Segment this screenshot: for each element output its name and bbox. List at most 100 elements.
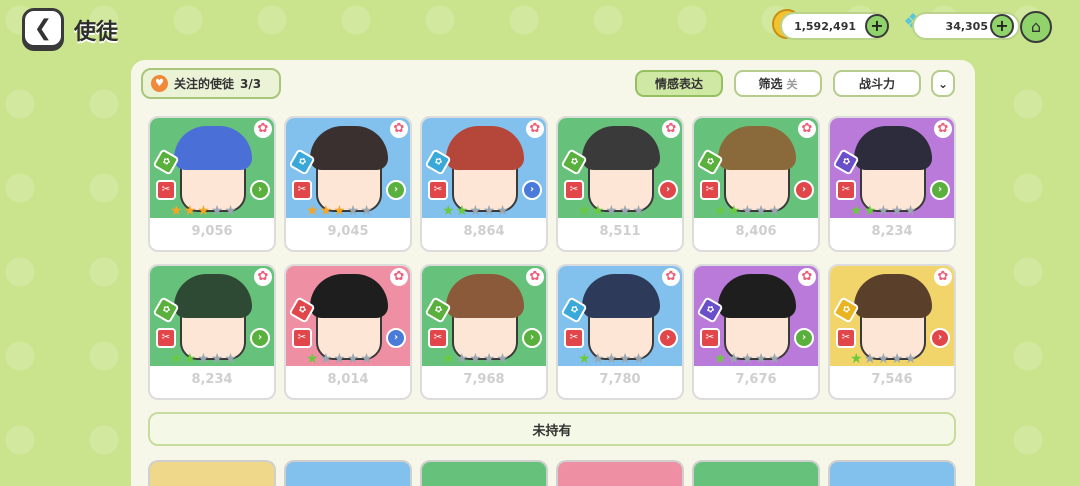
gold-amount: 1,592,491 <box>794 19 856 33</box>
apostle-card[interactable]: ✿ ✂ › ✿ ★ ★ ★ ★ ★ 7,676 <box>692 264 820 400</box>
star-filled-icon: ★ <box>183 351 197 367</box>
star-empty-icon: ★ <box>877 203 890 219</box>
star-empty-icon: ★ <box>605 351 618 367</box>
star-filled-icon: ★ <box>850 351 863 367</box>
apostle-card[interactable]: ✿ ✂ › ✿ ★ ★ ★ ★ ★ 7,968 <box>420 264 548 400</box>
add-gold-button[interactable]: + <box>865 14 889 38</box>
star-rating: ★ ★ ★ ★ ★ <box>306 204 373 218</box>
sort-power-button[interactable]: 战斗力 <box>833 70 921 97</box>
apostle-card[interactable]: ✿ ✂ › ✿ ★ ★ ★ ★ ★ 9,045 <box>284 116 412 252</box>
apostle-card[interactable]: ✿ ✂ › ✿ ★ ★ ★ ★ ★ 8,234 <box>148 264 276 400</box>
apostle-portrait: ✿ ✂ › ✿ ★ ★ ★ ★ ★ <box>150 266 274 366</box>
star-filled-icon: ★ <box>863 203 877 219</box>
apostle-portrait: ✿ ✂ › ✿ ★ ★ ★ ★ ★ <box>830 266 954 366</box>
star-filled-icon: ★ <box>714 351 727 367</box>
star-filled-icon: ★ <box>183 203 197 219</box>
star-empty-icon: ★ <box>768 351 781 367</box>
unowned-label: 未持有 <box>532 423 572 439</box>
unowned-apostle-card[interactable] <box>148 460 276 486</box>
star-empty-icon: ★ <box>754 203 768 219</box>
apostle-card[interactable]: ✿ ✂ › ✿ ★ ★ ★ ★ ★ 8,864 <box>420 116 548 252</box>
followed-apostles-toggle[interactable]: ♥ 关注的使徒 3/3 <box>141 68 281 99</box>
unowned-apostle-card[interactable] <box>556 460 684 486</box>
star-filled-icon: ★ <box>319 203 333 219</box>
filter-label: 筛选 <box>758 77 783 91</box>
role-icon: ✂ <box>156 180 176 200</box>
star-empty-icon: ★ <box>360 203 373 219</box>
star-empty-icon: ★ <box>469 351 482 367</box>
unowned-apostle-card[interactable] <box>420 460 548 486</box>
filter-button[interactable]: 筛选 关 <box>734 70 822 97</box>
position-arrow-icon: › <box>386 180 406 200</box>
star-rating: ★ ★ ★ ★ ★ <box>850 204 917 218</box>
star-filled-icon: ★ <box>442 351 455 367</box>
combat-power: 8,511 <box>599 224 641 239</box>
unowned-section-bar[interactable]: 未持有 <box>148 412 956 446</box>
star-empty-icon: ★ <box>482 203 496 219</box>
star-empty-icon: ★ <box>741 203 754 219</box>
flower-icon: ✿ <box>934 268 952 286</box>
star-filled-icon: ★ <box>578 351 591 367</box>
combat-power: 7,780 <box>599 372 641 387</box>
apostle-card[interactable]: ✿ ✂ › ✿ ★ ★ ★ ★ ★ 7,780 <box>556 264 684 400</box>
position-arrow-icon: › <box>386 328 406 348</box>
star-empty-icon: ★ <box>346 203 360 219</box>
star-empty-icon: ★ <box>455 351 469 367</box>
flower-icon: ✿ <box>798 268 816 286</box>
star-rating: ★ ★ ★ ★ ★ <box>442 204 509 218</box>
owned-apostle-grid: ✿ ✂ › ✿ ★ ★ ★ ★ ★ 9,056 ✿ ✂ › ✿ ★ ★ ★ ★ ★ 9,045 ✿ ✂ › ✿ ★ ★ ★ ★ ★ 8,8… <box>148 116 956 400</box>
star-filled-icon: ★ <box>578 203 591 219</box>
star-empty-icon: ★ <box>632 203 645 219</box>
star-empty-icon: ★ <box>360 351 373 367</box>
star-empty-icon: ★ <box>591 351 605 367</box>
star-empty-icon: ★ <box>605 203 618 219</box>
follow-count: 3/3 <box>240 76 262 91</box>
star-rating: ★ ★ ★ ★ ★ <box>850 352 917 366</box>
star-empty-icon: ★ <box>210 203 224 219</box>
character-hair <box>854 274 932 318</box>
apostle-portrait: ✿ ✂ › ✿ ★ ★ ★ ★ ★ <box>694 266 818 366</box>
character-hair <box>446 274 524 318</box>
role-icon: ✂ <box>700 328 720 348</box>
star-empty-icon: ★ <box>904 203 917 219</box>
apostle-card[interactable]: ✿ ✂ › ✿ ★ ★ ★ ★ ★ 8,014 <box>284 264 412 400</box>
home-button[interactable]: ⌂ <box>1020 11 1052 43</box>
emote-button[interactable]: 情感表达 <box>635 70 723 97</box>
unowned-apostle-card[interactable] <box>284 460 412 486</box>
page-title: 使徒 <box>74 20 119 45</box>
star-empty-icon: ★ <box>346 351 360 367</box>
apostle-card[interactable]: ✿ ✂ › ✿ ★ ★ ★ ★ ★ 8,234 <box>828 116 956 252</box>
star-empty-icon: ★ <box>618 203 632 219</box>
flower-icon: ✿ <box>798 120 816 138</box>
apostle-card[interactable]: ✿ ✂ › ✿ ★ ★ ★ ★ ★ 8,406 <box>692 116 820 252</box>
apostle-card[interactable]: ✿ ✂ › ✿ ★ ★ ★ ★ ★ 7,546 <box>828 264 956 400</box>
star-filled-icon: ★ <box>442 203 455 219</box>
apostle-card[interactable]: ✿ ✂ › ✿ ★ ★ ★ ★ ★ 9,056 <box>148 116 276 252</box>
apostle-portrait: ✿ ✂ › ✿ ★ ★ ★ ★ ★ <box>422 266 546 366</box>
apostle-portrait: ✿ ✂ › ✿ ★ ★ ★ ★ ★ <box>286 266 410 366</box>
star-rating: ★ ★ ★ ★ ★ <box>306 352 373 366</box>
star-filled-icon: ★ <box>455 203 469 219</box>
back-button[interactable]: ❮ <box>22 8 64 48</box>
position-arrow-icon: › <box>658 328 678 348</box>
flower-icon: ✿ <box>662 120 680 138</box>
apostle-portrait: ✿ ✂ › ✿ ★ ★ ★ ★ ★ <box>558 118 682 218</box>
emote-label: 情感表达 <box>654 77 703 91</box>
combat-power: 8,864 <box>463 224 505 239</box>
sort-order-button[interactable]: ⌄ <box>931 70 955 97</box>
star-rating: ★ ★ ★ ★ ★ <box>442 352 509 366</box>
star-filled-icon: ★ <box>727 203 741 219</box>
character-hair <box>310 126 388 170</box>
position-arrow-icon: › <box>794 180 814 200</box>
apostle-card[interactable]: ✿ ✂ › ✿ ★ ★ ★ ★ ★ 8,511 <box>556 116 684 252</box>
role-icon: ✂ <box>836 180 856 200</box>
unowned-apostle-card[interactable] <box>828 460 956 486</box>
star-filled-icon: ★ <box>197 203 210 219</box>
position-arrow-icon: › <box>522 328 542 348</box>
home-icon: ⌂ <box>1030 17 1042 36</box>
add-gem-button[interactable]: + <box>990 14 1014 38</box>
apostle-portrait: ✿ ✂ › ✿ ★ ★ ★ ★ ★ <box>694 118 818 218</box>
star-empty-icon: ★ <box>890 351 904 367</box>
star-empty-icon: ★ <box>618 351 632 367</box>
unowned-apostle-card[interactable] <box>692 460 820 486</box>
